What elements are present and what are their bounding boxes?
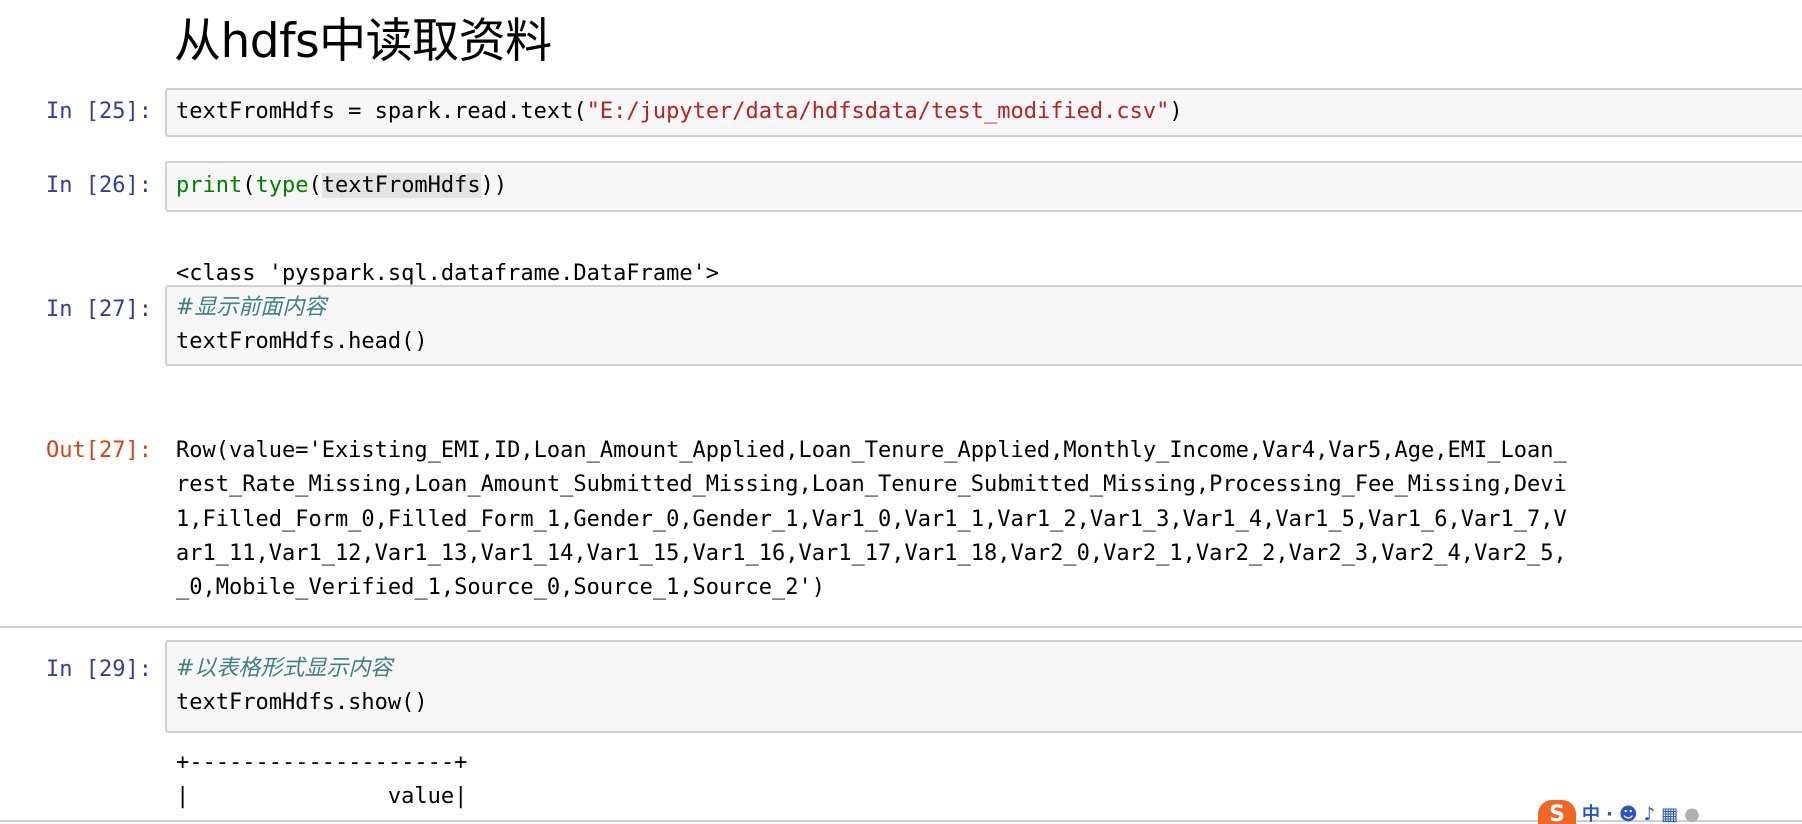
builtin-type: type (255, 173, 309, 198)
code-text: ( (242, 173, 256, 198)
ime-chinese-mode[interactable]: 中 (1582, 800, 1600, 824)
code-text: ) (1169, 99, 1183, 124)
code-text: )) (480, 173, 508, 198)
code-line-26[interactable]: print(type(textFromHdfs)) (176, 169, 507, 203)
section-heading: 从hdfs中读取资料 (174, 14, 552, 69)
code-comment: #以表格形式显示内容 (176, 656, 393, 681)
cell-prompt-26: In [26]: (46, 173, 152, 198)
sogou-logo-icon[interactable]: S (1538, 800, 1576, 824)
output-line: 1,Filled_Form_0,Filled_Form_1,Gender_0,G… (176, 506, 1567, 532)
output-line: ar1_11,Var1_12,Var1_13,Var1_14,Var1_15,V… (176, 540, 1567, 566)
cell-prompt-29: In [29]: (46, 657, 152, 682)
builtin-print: print (176, 173, 243, 198)
cell-divider (0, 626, 1802, 628)
ime-keyboard-icon[interactable]: ▦ (1661, 800, 1678, 824)
code-text: textFromHdfs.head() (176, 329, 428, 354)
output-line: Row(value='Existing_EMI,ID,Loan_Amount_A… (176, 438, 1567, 463)
code-text: ( (308, 173, 322, 198)
output-line: _0,Mobile_Verified_1,Source_0,Source_1,S… (176, 575, 826, 601)
code-comment: #显示前面内容 (176, 295, 327, 320)
code-line-29[interactable]: #以表格形式显示内容 textFromHdfs.show() (176, 652, 428, 720)
cell-prompt-27: In [27]: (46, 297, 152, 322)
bottom-border (0, 820, 1802, 822)
cell-output-29: +--------------------+ | value| (176, 746, 467, 814)
code-line-27[interactable]: #显示前面内容 textFromHdfs.head() (176, 291, 428, 359)
highlighted-variable: textFromHdfs (321, 173, 481, 198)
code-text: textFromHdfs.show() (176, 690, 428, 715)
code-string: "E:/jupyter/data/hdfsdata/test_modified.… (586, 99, 1170, 124)
output-line: +--------------------+ (176, 750, 468, 775)
cell-prompt-25: In [25]: (46, 99, 152, 124)
code-line-25[interactable]: textFromHdfs = spark.read.text("E:/jupyt… (176, 95, 1183, 129)
ime-more-icon[interactable]: ● (1684, 800, 1700, 824)
output-prompt-27: Out[27]: (46, 438, 152, 463)
cell-output-27: Row(value='Existing_EMI,ID,Loan_Amount_A… (176, 434, 1567, 605)
output-line: | value| (176, 784, 468, 809)
ime-toolbar[interactable]: S 中 · ☻ ♪ ▦ ● (1538, 800, 1700, 824)
code-text: textFromHdfs = spark.read.text( (176, 99, 587, 124)
ime-emoji-icon[interactable]: ☻ (1619, 800, 1638, 824)
ime-voice-icon[interactable]: ♪ (1644, 800, 1656, 824)
ime-punctuation-icon[interactable]: · (1606, 800, 1613, 824)
output-line: rest_Rate_Missing,Loan_Amount_Submitted_… (176, 472, 1567, 498)
